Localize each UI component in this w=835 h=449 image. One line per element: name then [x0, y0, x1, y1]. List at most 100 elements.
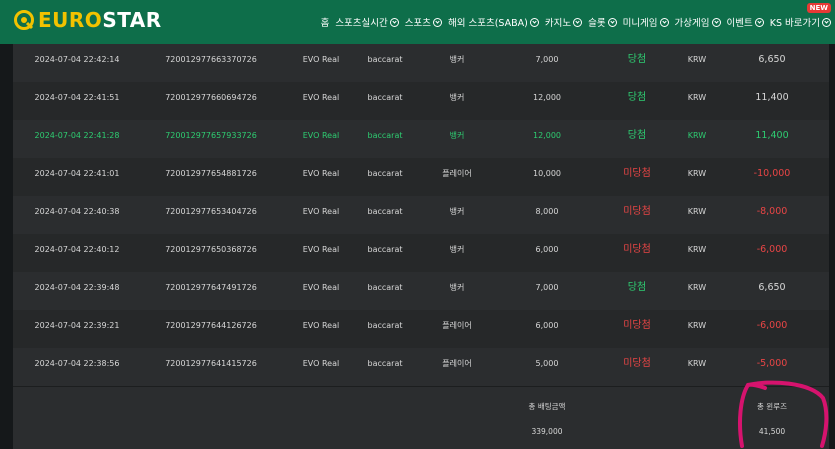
cell-datetime: 2024-07-04 22:40:38	[34, 207, 120, 216]
table-row[interactable]: 2024-07-04 22:41:01 720012977654881726 EVO…	[13, 158, 829, 197]
chevron-down-icon	[822, 17, 831, 27]
main-nav: 홈 스포츠실시간 스포츠 해외 스포츠(SABA) 카지노 슬롯 미니게임 가상게임 이벤트 KS…	[315, 0, 831, 44]
nav-item-8[interactable]: 이벤트	[727, 15, 764, 29]
table-row[interactable]: 2024-07-04 22:41:28 720012977657933726 EVO…	[13, 120, 829, 159]
table-row[interactable]: 2024-07-04 22:42:14 720012977663370726 EVO…	[13, 44, 829, 83]
cell-game: baccarat	[367, 131, 403, 140]
cell-winloss: -6,000	[756, 320, 788, 331]
cell-amount: 8,000	[535, 207, 559, 216]
cell-currency: KRW	[687, 283, 707, 292]
top-header: EUROSTAR 홈 스포츠실시간 스포츠 해외 스포츠(SABA) 카지노 슬롯 미니게임…	[0, 0, 835, 44]
chevron-down-icon	[433, 17, 442, 27]
cell-provider: EVO Real	[302, 321, 340, 330]
nav-item-7[interactable]: 가상게임	[675, 15, 721, 29]
table-row[interactable]: 2024-07-04 22:38:56 720012977641415726 EVO…	[13, 348, 829, 387]
cell-id: 720012977657933726	[165, 131, 257, 140]
cell-game: baccarat	[367, 55, 403, 64]
nav-item-0[interactable]: 홈	[321, 15, 330, 29]
table-row[interactable]: 2024-07-04 22:41:51 720012977660694726 EVO…	[13, 82, 829, 121]
nav-item-4[interactable]: 카지노	[544, 15, 583, 29]
cell-id: 720012977663370726	[165, 55, 257, 64]
cell-game: baccarat	[367, 93, 403, 102]
nav-item-5[interactable]: 슬롯	[588, 15, 617, 29]
cell-bet-on: 플레이어	[442, 321, 472, 330]
table-row[interactable]: 2024-07-04 22:40:38 720012977653404726 EVO…	[13, 196, 829, 235]
cell-winloss: -8,000	[756, 206, 788, 217]
chevron-down-icon	[607, 17, 617, 27]
cell-id: 720012977647491726	[165, 283, 257, 292]
cell-amount: 12,000	[533, 131, 561, 140]
cell-id: 720012977654881726	[165, 169, 257, 178]
cell-id: 720012977660694726	[165, 93, 257, 102]
cell-id: 720012977641415726	[165, 359, 257, 368]
cell-provider: EVO Real	[302, 131, 340, 140]
cell-winloss: 6,650	[758, 54, 786, 65]
total-winloss-label: 총 윈루즈	[757, 402, 787, 411]
cell-game: baccarat	[367, 359, 403, 368]
nav-item-label: KS 바로가기	[769, 18, 820, 29]
bet-history-table: 2024-07-04 22:42:14 720012977663370726 EVO…	[13, 44, 829, 449]
nav-item-1[interactable]: 스포츠실시간	[335, 15, 399, 29]
cell-result: 당첨	[627, 54, 647, 65]
cell-currency: KRW	[687, 359, 707, 368]
cell-provider: EVO Real	[302, 207, 340, 216]
cell-id: 720012977644126726	[165, 321, 257, 330]
table-row[interactable]: 2024-07-04 22:39:21 720012977644126726 EVO…	[13, 310, 829, 349]
nav-item-label: 홈	[320, 18, 330, 29]
nav-item-label: 미니게임	[622, 18, 658, 29]
cell-game: baccarat	[367, 207, 403, 216]
cell-currency: KRW	[687, 131, 707, 140]
nav-item-label: 가상게임	[674, 18, 710, 29]
cell-bet-on: 뱅커	[449, 131, 465, 140]
cell-bet-on: 플레이어	[442, 169, 472, 178]
cell-game: baccarat	[367, 283, 403, 292]
cell-amount: 6,000	[535, 245, 559, 254]
cell-currency: KRW	[687, 321, 707, 330]
cell-datetime: 2024-07-04 22:39:21	[34, 321, 120, 330]
cell-datetime: 2024-07-04 22:40:12	[34, 245, 120, 254]
total-bet-value: 339,000	[531, 427, 563, 436]
cell-winloss: -6,000	[756, 244, 788, 255]
logo-text: EUROSTAR	[38, 8, 162, 32]
cell-provider: EVO Real	[302, 55, 340, 64]
cell-provider: EVO Real	[302, 169, 340, 178]
cell-bet-on: 뱅커	[449, 245, 465, 254]
nav-item-9[interactable]: KS 바로가기 NEW	[769, 3, 831, 29]
cell-datetime: 2024-07-04 22:42:14	[34, 55, 120, 64]
nav-item-2[interactable]: 스포츠	[405, 15, 442, 29]
cell-id: 720012977650368726	[165, 245, 257, 254]
nav-item-label: 해외 스포츠(SABA)	[448, 18, 528, 29]
cell-result: 미당첨	[623, 168, 651, 179]
table-row[interactable]: 2024-07-04 22:40:12 720012977650368726 EVO…	[13, 234, 829, 273]
nav-item-label: 스포츠실시간	[335, 18, 388, 29]
cell-currency: KRW	[687, 207, 707, 216]
totals-row: 총 배팅금액 339,000 총 윈루즈 41,500	[13, 389, 829, 449]
cell-bet-on: 뱅커	[449, 283, 465, 292]
cell-bet-on: 플레이어	[442, 359, 472, 368]
nav-item-6[interactable]: 미니게임	[623, 15, 669, 29]
cell-provider: EVO Real	[302, 359, 340, 368]
cell-currency: KRW	[687, 169, 707, 178]
total-bet-label: 총 배팅금액	[528, 402, 566, 411]
chevron-down-icon	[659, 17, 669, 27]
new-badge: NEW	[806, 3, 831, 13]
table-row[interactable]: 2024-07-04 22:39:48 720012977647491726 EVO…	[13, 272, 829, 311]
cell-datetime: 2024-07-04 22:38:56	[34, 359, 120, 368]
cell-datetime: 2024-07-04 22:41:51	[34, 93, 120, 102]
cell-bet-on: 뱅커	[449, 207, 465, 216]
logo[interactable]: EUROSTAR	[13, 8, 162, 32]
cell-datetime: 2024-07-04 22:39:48	[34, 283, 120, 292]
cell-result: 당첨	[627, 130, 647, 141]
cell-id: 720012977653404726	[165, 207, 257, 216]
cell-result: 당첨	[627, 282, 647, 293]
chevron-down-icon	[573, 17, 583, 27]
cell-bet-on: 뱅커	[449, 55, 465, 64]
cell-provider: EVO Real	[302, 283, 340, 292]
logo-text-euro: EURO	[38, 8, 103, 32]
nav-item-label: 카지노	[544, 18, 572, 29]
cell-winloss: 11,400	[755, 130, 789, 141]
cell-amount: 7,000	[535, 283, 559, 292]
nav-item-3[interactable]: 해외 스포츠(SABA)	[448, 15, 539, 29]
cell-winloss: 11,400	[755, 92, 789, 103]
logo-text-star: STAR	[102, 8, 162, 32]
